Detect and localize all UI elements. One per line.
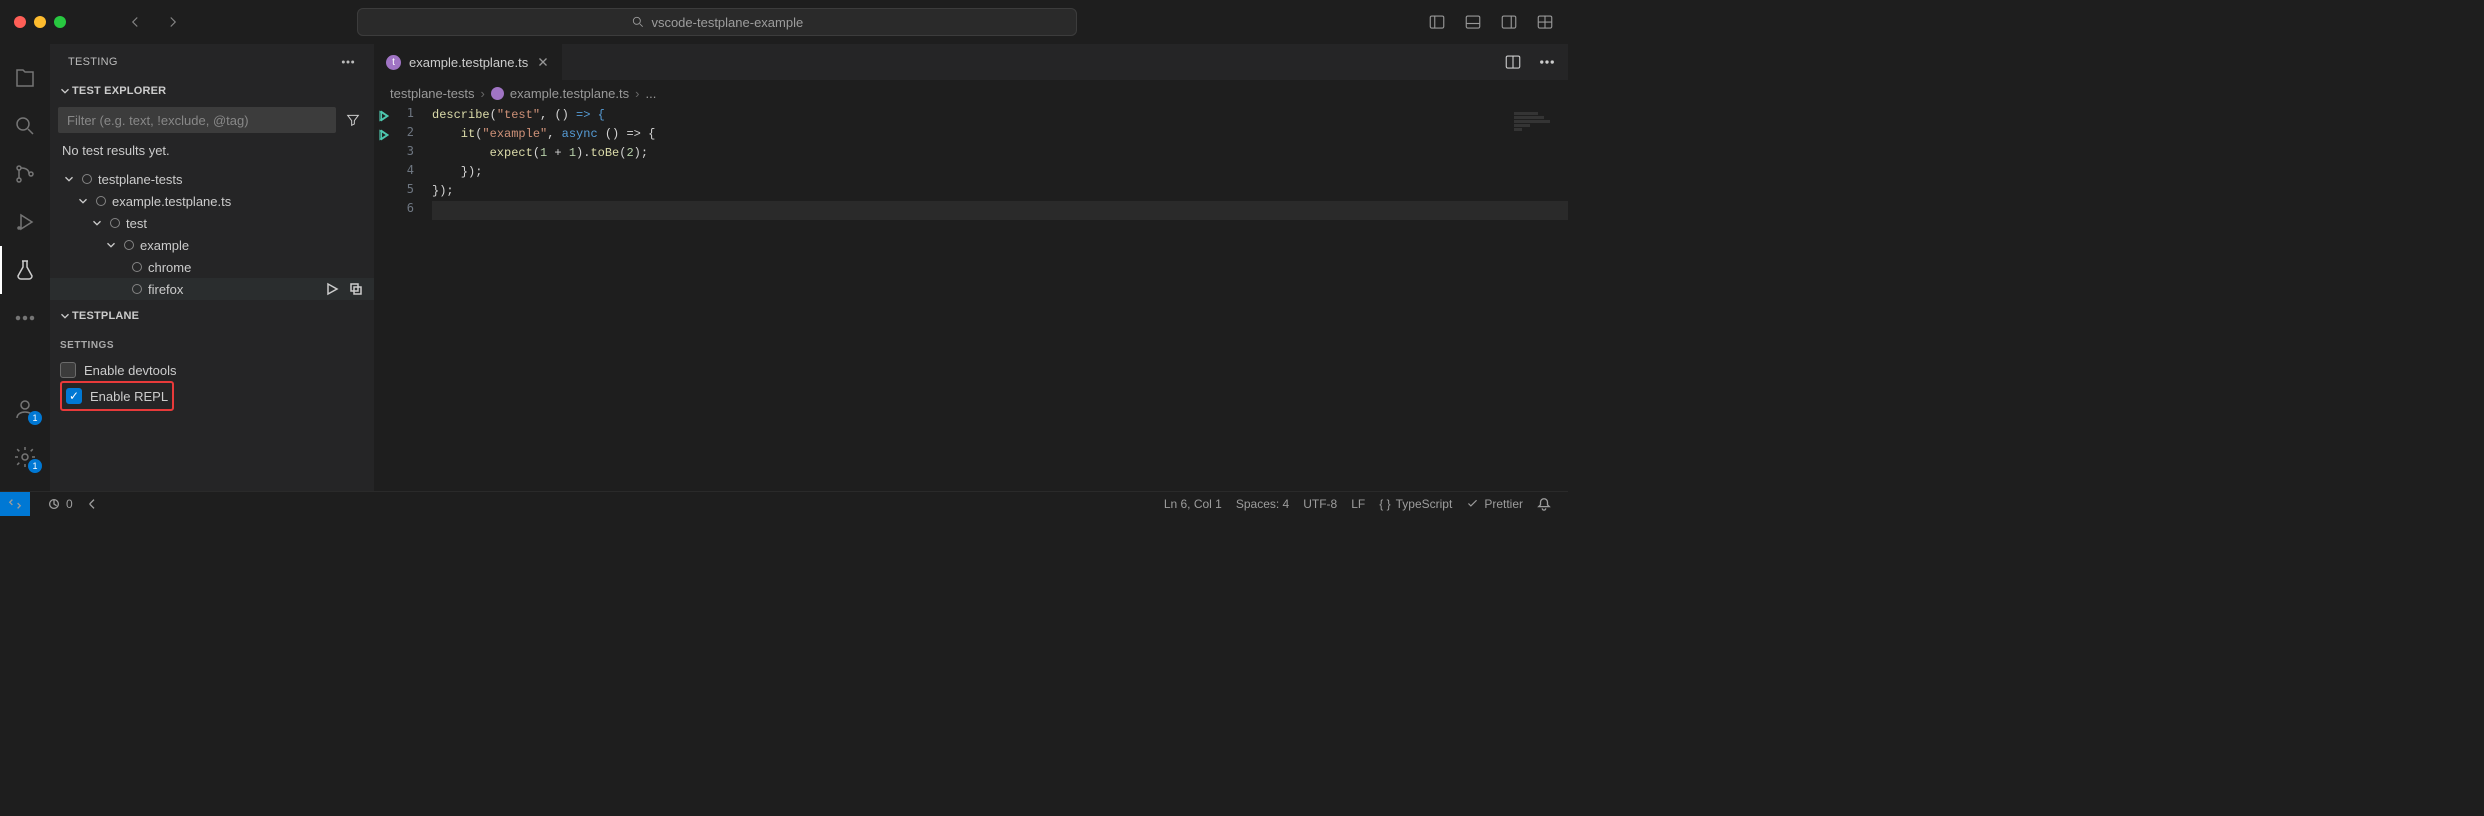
notifications-icon[interactable] [1530,497,1558,511]
close-window[interactable] [14,16,26,28]
remote-indicator[interactable] [0,492,30,516]
tree-root[interactable]: testplane-tests [50,168,374,190]
status-icon [82,174,92,184]
minimize-window[interactable] [34,16,46,28]
status-icon [132,284,142,294]
testing-view[interactable] [0,246,50,294]
tree-browser-firefox[interactable]: firefox [50,278,374,300]
titlebar: vscode-testplane-example [0,0,1568,44]
no-results-text: No test results yet. [50,137,374,164]
split-editor-icon[interactable] [1504,53,1522,71]
enable-repl-checkbox[interactable] [66,388,82,404]
line-numbers: 123456 [392,106,432,491]
toggle-panel-bottom-icon[interactable] [1464,13,1482,31]
language-mode[interactable]: { }TypeScript [1372,497,1459,511]
testplane-header[interactable]: TESTPLANE [50,304,374,328]
sidebar-title: TESTING [68,56,118,68]
toggle-panel-right-icon[interactable] [1500,13,1518,31]
window-title: vscode-testplane-example [651,15,803,30]
filter-input[interactable] [58,107,336,133]
run-line-icon[interactable] [374,106,392,125]
testplane-file-icon: t [386,55,401,70]
debug-view[interactable] [0,198,50,246]
status-icon [96,196,106,206]
explorer-view[interactable] [0,54,50,102]
more-icon[interactable] [340,54,356,70]
cursor-position[interactable]: Ln 6, Col 1 [1157,497,1229,511]
run-test-icon[interactable] [324,281,340,297]
tree-describe[interactable]: test [50,212,374,234]
toggle-panel-left-icon[interactable] [1428,13,1446,31]
tree-it[interactable]: example [50,234,374,256]
code-content[interactable]: describe("test", () => { it("example", a… [432,106,1568,491]
status-icon [132,262,142,272]
filter-icon[interactable] [340,107,366,133]
command-center[interactable]: vscode-testplane-example [357,8,1077,36]
tree-file[interactable]: example.testplane.ts [50,190,374,212]
more-views[interactable] [0,294,50,342]
statusbar: 0 Ln 6, Col 1 Spaces: 4 UTF-8 LF { }Type… [0,491,1568,515]
prettier-status[interactable]: Prettier [1459,497,1530,511]
enable-repl-label: Enable REPL [90,389,168,404]
breadcrumbs[interactable]: testplane-tests › example.testplane.ts ›… [374,80,1568,106]
eol[interactable]: LF [1344,497,1372,511]
tab-example[interactable]: t example.testplane.ts [374,44,563,80]
more-editor-icon[interactable] [1538,53,1556,71]
no-problems[interactable] [80,497,108,511]
test-tree: testplane-tests example.testplane.ts tes… [50,164,374,304]
encoding[interactable]: UTF-8 [1296,497,1344,511]
status-icon [124,240,134,250]
goto-test-icon[interactable] [348,281,364,297]
nav-back-icon[interactable] [126,13,144,31]
scm-view[interactable] [0,150,50,198]
maximize-window[interactable] [54,16,66,28]
minimap[interactable] [1514,112,1554,126]
indentation[interactable]: Spaces: 4 [1229,497,1296,511]
activity-bar: 1 1 [0,44,50,491]
editor: t example.testplane.ts testplane-tests ›… [374,44,1568,491]
status-icon [110,218,120,228]
test-explorer-header[interactable]: TEST EXPLORER [50,79,374,103]
nav-forward-icon[interactable] [164,13,182,31]
tree-browser-chrome[interactable]: chrome [50,256,374,278]
settings[interactable]: 1 [0,433,50,481]
search-view[interactable] [0,102,50,150]
enable-devtools-checkbox[interactable] [60,362,76,378]
sidebar: TESTING TEST EXPLORER No test results ye… [50,44,374,491]
enable-devtools-label: Enable devtools [84,363,177,378]
layout-icon[interactable] [1536,13,1554,31]
accounts[interactable]: 1 [0,385,50,433]
run-line-icon[interactable] [374,125,392,144]
ports-status[interactable]: 0 [40,497,80,511]
search-icon [631,15,645,29]
settings-heading: SETTINGS [60,340,364,351]
close-tab-icon[interactable] [536,55,550,69]
